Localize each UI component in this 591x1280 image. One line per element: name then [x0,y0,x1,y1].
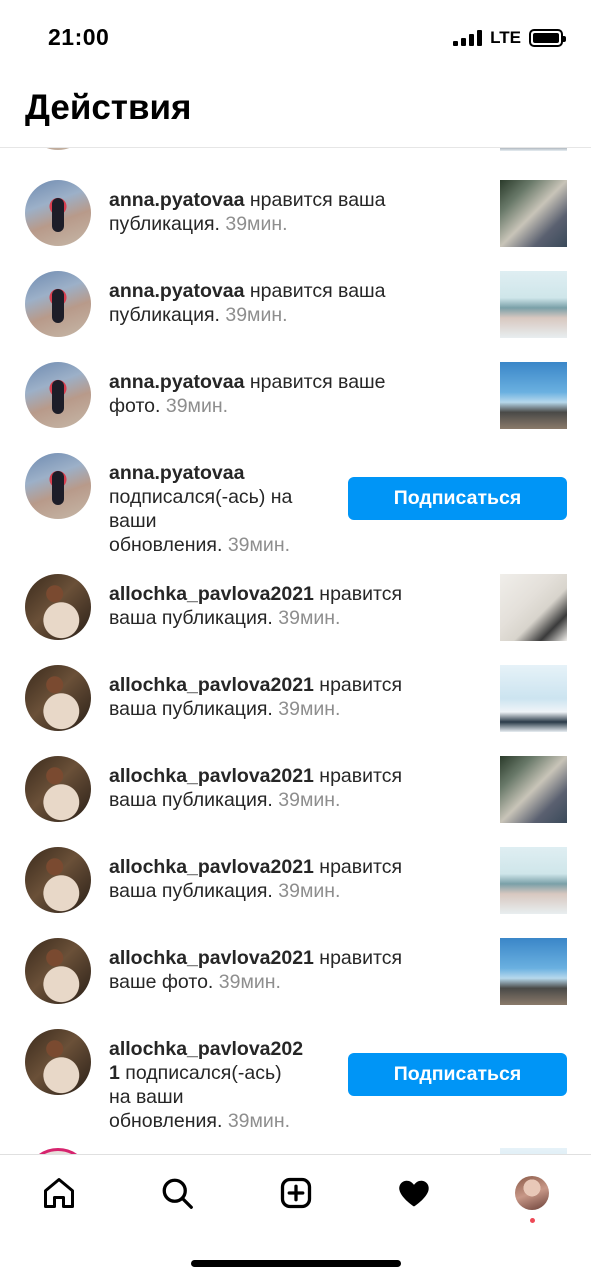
action-text: нравится [313,947,403,969]
avatar[interactable] [25,1029,91,1095]
username-link[interactable]: allochka_pavlova2021 [109,583,314,605]
timestamp: 39мин. [165,395,229,417]
username-link[interactable]: 1 [109,1062,120,1084]
timestamp: 39мин. [278,698,341,720]
notification-text: anna.pyatovaa подписался(-ась) на ваши обно… [109,461,292,557]
action-text: публикация. [109,213,226,235]
post-thumbnail[interactable] [500,180,567,247]
tab-search[interactable] [157,1173,197,1213]
post-thumbnail[interactable] [500,574,567,641]
notification-text: allochka_pavlova2021 нравится ваша публик… [109,673,402,721]
action-text: подписался(-ась) на [109,486,293,508]
username-link[interactable]: anna.pyatovaa [109,371,244,393]
avatar[interactable] [25,271,91,337]
action-text: ваша публикация. [109,789,279,811]
avatar[interactable] [25,665,91,731]
network-label: LTE [490,28,521,47]
timestamp: 39мин. [225,304,288,326]
action-text: фото. [109,395,166,417]
action-text: подписался(-ась) [119,1062,282,1084]
action-text: ваши [109,510,157,532]
username-link[interactable]: allochka_pavlova2021 [109,674,314,696]
avatar[interactable] [25,847,91,913]
action-text: нравится ваше [244,371,386,393]
timestamp: 39мин. [278,789,341,811]
status-indicators: LTE [453,28,566,48]
action-text: обновления. [109,534,228,556]
notification-text: allochka_pavlova2021 нравится ваша публик… [109,764,402,812]
username-link[interactable]: anna.pyatovaa [109,280,244,302]
follow-button[interactable]: Подписаться [348,477,567,520]
plus-square-icon [280,1177,312,1209]
post-thumbnail[interactable] [500,847,567,914]
heart-filled-icon [399,1180,429,1207]
notification-text: anna.pyatovaa нравится ваша публикация. 3… [109,279,386,327]
follow-button[interactable]: Подписаться [348,1053,567,1096]
username-link[interactable]: anna.pyatovaa [109,462,244,484]
home-icon [44,1178,74,1208]
list-item-partial-top[interactable] [0,148,591,154]
post-thumbnail[interactable] [500,665,567,732]
search-icon [162,1178,193,1209]
home-indicator[interactable] [191,1260,401,1267]
post-thumbnail[interactable] [500,148,567,151]
username-link[interactable]: allochka_pavlova202 [109,1038,303,1060]
profile-avatar [515,1176,549,1210]
username-link[interactable]: allochka_pavlova2021 [109,947,314,969]
action-text: ваша публикация. [109,607,279,629]
timestamp: 39мин. [278,607,341,629]
tab-home[interactable] [39,1173,79,1213]
action-text: нравится [313,765,403,787]
status-bar: 21:00 LTE [0,0,591,74]
action-text: нравится [313,674,403,696]
notification-dot [530,1218,535,1223]
tab-activity[interactable] [394,1173,434,1213]
action-text: нравится ваша [244,189,386,211]
avatar[interactable] [25,756,91,822]
status-time: 21:00 [48,24,110,50]
post-thumbnail[interactable] [500,362,567,429]
signal-icon [453,30,483,46]
username-link[interactable]: anna.pyatovaa [109,189,244,211]
tab-new-post[interactable] [276,1173,316,1213]
notification-text: anna.pyatovaa нравится ваша публикация. 3… [109,188,386,236]
avatar[interactable] [25,362,91,428]
timestamp: 39мин. [225,213,288,235]
username-link[interactable]: allochka_pavlova2021 [109,765,314,787]
action-text: ваша публикация. [109,698,279,720]
action-text: обновления. [109,1110,228,1132]
post-thumbnail[interactable] [500,271,567,338]
avatar[interactable] [25,574,91,640]
post-thumbnail[interactable] [500,756,567,823]
page-title: Действия [25,88,192,127]
timestamp: 39мин. [227,534,291,556]
username-link[interactable]: allochka_pavlova2021 [109,856,314,878]
activity-feed[interactable]: anna.pyatovaa нравится ваша публикация. 3… [0,148,591,1154]
action-text: публикация. [109,304,226,326]
notification-text: anna.pyatovaa нравится ваше фото. 39мин. [109,370,386,418]
post-thumbnail[interactable] [500,938,567,1005]
timestamp: 39мин. [218,971,281,993]
avatar[interactable] [25,453,91,519]
notification-text: allochka_pavlova2021 нравится ваша публик… [109,582,402,630]
action-text: ваша публикация. [109,880,279,902]
avatar[interactable] [25,180,91,246]
notification-text: allochka_pavlova2021 нравится ваша публик… [109,855,402,903]
action-text: нравится [313,856,403,878]
battery-icon [529,29,566,47]
avatar[interactable] [25,938,91,1004]
action-text: на ваши [109,1086,184,1108]
timestamp: 39мин. [278,880,341,902]
action-text: нравится ваша [244,280,386,302]
action-text: ваше фото. [109,971,219,993]
notification-text: allochka_pavlova2021 нравится ваше фото. … [109,946,402,994]
action-text: нравится [313,583,403,605]
tab-profile[interactable] [512,1173,552,1213]
avatar[interactable] [25,148,91,150]
timestamp: 39мин. [227,1110,291,1132]
notification-text: allochka_pavlova202 1 подписался(-ась) на … [109,1037,303,1133]
